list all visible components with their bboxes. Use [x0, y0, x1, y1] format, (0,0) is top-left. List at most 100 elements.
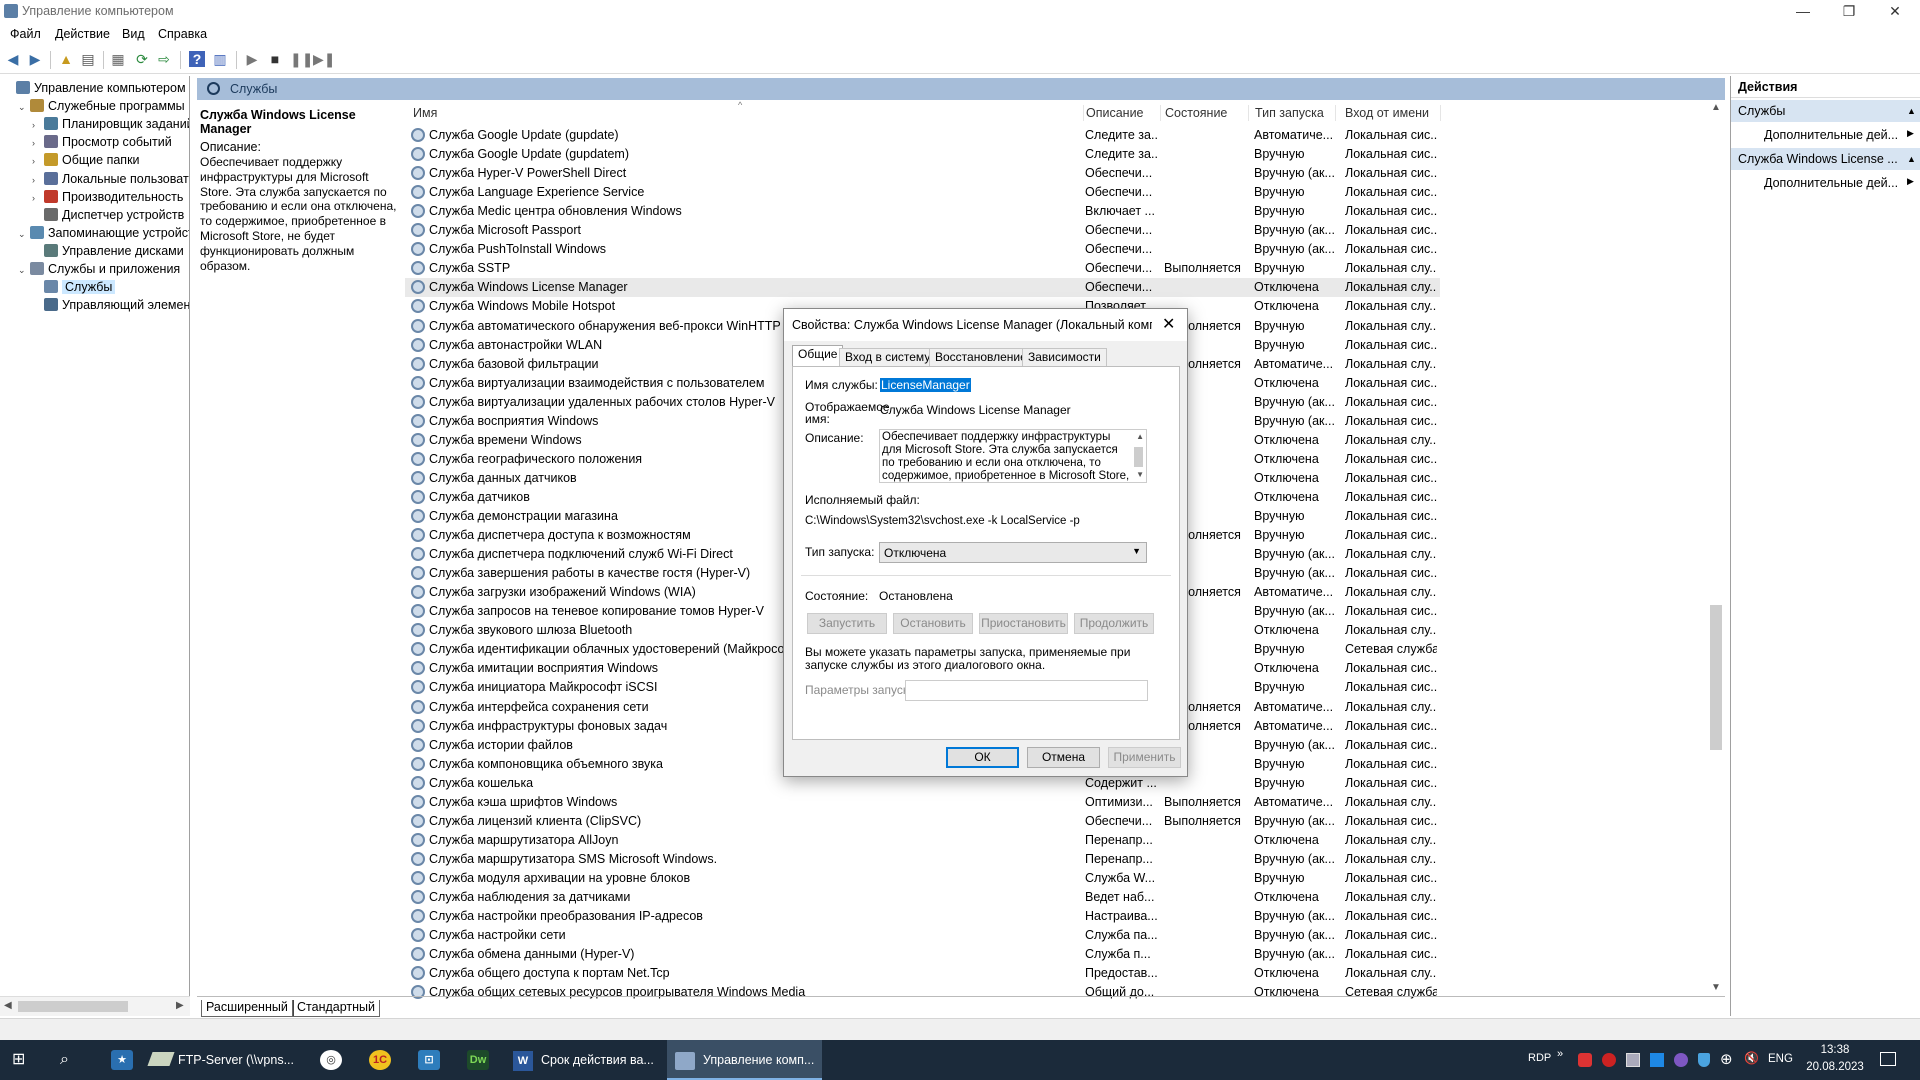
stop-service-icon[interactable]: ■ [267, 51, 283, 67]
expand-chevron-icon[interactable]: ⌄ [18, 261, 30, 279]
close-icon[interactable]: ✕ [1162, 314, 1175, 334]
dreamweaver-icon[interactable]: Dw [467, 1050, 489, 1070]
tree-item[interactable]: Управляющий элемен [32, 296, 189, 314]
export-icon[interactable]: ⇨ [156, 51, 172, 67]
taskbar-app-word[interactable]: W Срок действия ва... [507, 1040, 657, 1080]
table-row[interactable]: Служба Google Update (gupdatem) Следите з… [405, 145, 1440, 164]
tree-item[interactable]: › Планировщик заданий [32, 115, 189, 134]
expand-chevron-icon[interactable]: › [32, 134, 44, 152]
tab-logon[interactable]: Вход в систему [839, 348, 937, 366]
windows-start-icon[interactable]: ⊞ [12, 1051, 30, 1069]
table-row[interactable]: Служба Windows License Manager Обеспечи..… [405, 278, 1440, 298]
table-row[interactable]: Служба SSTP Обеспечи... Выполняется Вручную… [405, 259, 1440, 278]
start-button[interactable]: Запустить [807, 613, 887, 634]
store-icon[interactable]: ⊡ [418, 1050, 440, 1070]
pause-button[interactable]: Приостановить [979, 613, 1068, 634]
params-input[interactable] [905, 680, 1148, 701]
back-icon[interactable]: ◀ [5, 51, 21, 67]
tray-app-icon-2[interactable] [1602, 1053, 1616, 1067]
expand-chevron-icon[interactable]: › [32, 152, 44, 170]
description-scroll-thumb[interactable] [1134, 447, 1143, 467]
table-row[interactable]: Служба лицензий клиента (ClipSVC) Обеспеч… [405, 812, 1440, 831]
restart-service-icon[interactable]: ▶❚ [313, 51, 336, 67]
tree-item[interactable]: Управление дисками [32, 242, 184, 260]
expand-chevron-icon[interactable]: ⌄ [18, 98, 30, 116]
scrollbar-thumb[interactable] [1710, 605, 1722, 750]
tray-app-icon-5[interactable] [1674, 1053, 1688, 1067]
tree-item[interactable]: › Просмотр событий [32, 133, 172, 151]
tree-item[interactable]: Диспетчер устройств [32, 206, 184, 224]
taskbar-app-compmgmt[interactable]: Управление комп... [667, 1040, 822, 1080]
language-indicator[interactable]: ENG [1768, 1053, 1793, 1065]
tree-horizontal-scrollbar[interactable]: ◀ ▶ [0, 996, 190, 1016]
restore-button[interactable]: ❐ [1826, 0, 1872, 22]
collapse-icon[interactable]: ▲ [1907, 148, 1916, 170]
refresh-icon[interactable]: ⟳ [134, 51, 150, 67]
table-row[interactable]: Служба Language Experience Service Обеспе… [405, 183, 1440, 202]
expand-chevron-icon[interactable]: ⌄ [18, 225, 30, 243]
pause-service-icon[interactable]: ❚❚ [290, 51, 313, 67]
actions-section-selected[interactable]: Служба Windows License ... ▲ [1731, 148, 1920, 170]
app-taskbar-icon-1[interactable]: ★ [111, 1050, 133, 1070]
tree-item[interactable]: Управление компьютером (л [4, 79, 189, 97]
scroll-down-icon[interactable]: ▼ [1711, 982, 1721, 993]
table-row[interactable]: Служба наблюдения за датчиками Ведет наб.… [405, 888, 1440, 907]
table-row[interactable]: Служба настройки сети Служба па... Вручную… [405, 926, 1440, 945]
tab-dependencies[interactable]: Зависимости [1022, 348, 1107, 366]
network-icon[interactable]: ⊕ [1720, 1050, 1733, 1068]
table-row[interactable]: Служба кэша шрифтов Windows Оптимизи... Вы… [405, 793, 1440, 812]
expand-chevron-icon[interactable]: › [32, 189, 44, 207]
notifications-icon[interactable] [1880, 1052, 1896, 1066]
service-name-value[interactable]: LicenseManager [880, 378, 971, 392]
actions-section-services[interactable]: Службы ▲ [1731, 100, 1920, 122]
tree-item[interactable]: › Общие папки [32, 151, 140, 169]
shield-icon[interactable] [1698, 1053, 1710, 1067]
table-row[interactable]: Служба обмена данными (Hyper-V) Служба п.… [405, 945, 1440, 964]
tree-item[interactable]: ⌄ Службы и приложения [18, 260, 180, 278]
table-row[interactable]: Служба общего доступа к портам Net.Tcp Пр… [405, 964, 1440, 983]
table-row[interactable]: Служба маршрутизатора SMS Microsoft Wind… [405, 850, 1440, 869]
startup-type-select[interactable]: Отключена ▼ [879, 542, 1147, 563]
close-window-button[interactable]: ✕ [1872, 0, 1918, 22]
scroll-up-icon[interactable]: ▲ [1711, 102, 1721, 113]
app-1c-icon[interactable]: 1С [369, 1050, 391, 1070]
table-row[interactable]: Служба маршрутизатора AllJoyn Перенапр...… [405, 831, 1440, 850]
apply-button[interactable]: Применить [1108, 747, 1181, 768]
table-row[interactable]: Служба Hyper-V PowerShell Direct Обеспечи… [405, 164, 1440, 183]
stop-button[interactable]: Остановить [893, 613, 973, 634]
column-state[interactable]: Состояние [1165, 106, 1227, 122]
scroll-down-icon[interactable]: ▼ [1136, 470, 1144, 479]
tree-item[interactable]: ⌄ Служебные программы [18, 97, 185, 115]
tree-item[interactable]: ⌄ Запоминающие устройст [18, 224, 189, 243]
help-icon[interactable]: ? [189, 51, 205, 67]
volume-muted-icon[interactable]: 🔇 [1744, 1051, 1759, 1065]
tree-item[interactable]: › Локальные пользовате [32, 170, 189, 188]
start-service-icon[interactable]: ▶ [244, 51, 260, 67]
column-startup-type[interactable]: Тип запуска [1255, 106, 1324, 122]
resume-button[interactable]: Продолжить [1074, 613, 1154, 634]
search-icon[interactable]: ⌕ [60, 1051, 78, 1069]
taskbar-app-ftp[interactable]: FTP-Server (\\vpns... [147, 1040, 300, 1080]
tab-standard[interactable]: Стандартный [292, 1000, 380, 1017]
action-more-2[interactable]: Дополнительные дей... [1764, 176, 1898, 190]
show-tree-icon[interactable]: ▤ [80, 51, 96, 67]
show-hidden-icons-icon[interactable]: » [1557, 1048, 1563, 1060]
menu-file[interactable]: Файл [10, 27, 41, 41]
menu-view[interactable]: Вид [122, 27, 145, 41]
tab-extended[interactable]: Расширенный [201, 1000, 294, 1017]
tray-app-icon-4[interactable] [1650, 1053, 1664, 1067]
ok-button[interactable]: ОК [946, 747, 1019, 768]
action-more-1[interactable]: Дополнительные дей... [1764, 128, 1898, 142]
tree-item[interactable]: › Производительность [32, 188, 183, 206]
up-folder-icon[interactable]: ▲ [58, 51, 74, 67]
column-description[interactable]: Описание [1086, 106, 1144, 122]
clock-time[interactable]: 13:38 [1810, 1044, 1860, 1056]
forward-icon[interactable]: ▶ [27, 51, 43, 67]
table-row[interactable]: Служба Microsoft Passport Обеспечи... Вруч… [405, 221, 1440, 240]
expand-chevron-icon[interactable]: › [32, 116, 44, 134]
tab-recovery[interactable]: Восстановление [929, 348, 1033, 366]
menu-action[interactable]: Действие [55, 27, 110, 41]
cancel-button[interactable]: Отмена [1027, 747, 1100, 768]
table-row[interactable]: Служба настройки преобразования IP-адрес… [405, 907, 1440, 926]
tray-app-icon-1[interactable] [1578, 1053, 1592, 1067]
